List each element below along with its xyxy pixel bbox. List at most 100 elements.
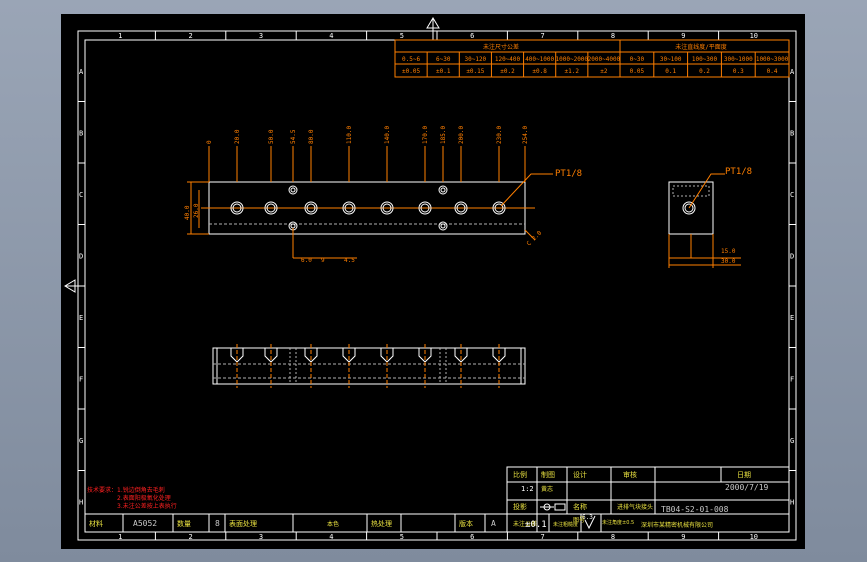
- zone-label-top: 3: [259, 32, 263, 40]
- top-dim-label: 20.0: [234, 129, 241, 144]
- tol-linear-value: ±0.2: [500, 68, 515, 75]
- zone-label-left: F: [79, 375, 83, 383]
- tb-date-label: 日期: [737, 471, 751, 479]
- tol-flat-range: 30~100: [660, 56, 682, 63]
- tb-date-value: 2000/7/19: [725, 483, 769, 492]
- zone-label-bottom: 8: [611, 533, 615, 541]
- zone-label-right: C: [790, 191, 794, 199]
- thread-label-side: PT1/8: [725, 167, 752, 177]
- title-block: 比例 1:2 制图 黄志 设计 审核 日期 2000/7/19 投影 名称 进排…: [85, 466, 790, 533]
- tb-tolerance-value: ±0.1: [525, 520, 547, 530]
- tol-flat-range: 300~1000: [724, 56, 753, 63]
- tb-part-name-label: 名称: [573, 502, 587, 511]
- side-dim-40: 40.0: [184, 205, 191, 220]
- bottom-dim-9: 9: [321, 257, 325, 264]
- zone-label-left: C: [79, 191, 83, 199]
- tol-flat-value: 0.05: [630, 68, 645, 75]
- tol-linear-range: 400~1000: [525, 56, 554, 63]
- zone-label-bottom: 6: [470, 533, 474, 541]
- zone-label-bottom: 9: [681, 533, 685, 541]
- zone-label-right: D: [790, 252, 794, 260]
- drawing-canvas[interactable]: 1 2 3 4 5 6 7 8 9 10 1 2 3 4 5 6 7 8 9 10 A B C D E F G H A B C D E F G…: [61, 14, 805, 549]
- mount-hole: [438, 185, 448, 195]
- tol-linear-range: 6~30: [436, 56, 451, 63]
- zone-label-top: 7: [540, 32, 544, 40]
- note-line-1: 技术要求：1.锐边倒角去毛刺: [87, 486, 165, 494]
- zone-label-top: 9: [681, 32, 685, 40]
- side-dim-15: 15.0: [721, 248, 736, 255]
- note-line-3: 3.未注公差按上表执行: [117, 502, 177, 510]
- tb-check-label: 审核: [623, 470, 637, 479]
- side-dim-26: 26.0: [193, 203, 200, 218]
- frame-outer: [77, 30, 797, 541]
- zone-ruler-right: A B C D E F G H: [789, 68, 796, 506]
- zone-label-right: B: [790, 129, 794, 137]
- zone-label-bottom: 5: [400, 533, 404, 541]
- top-dim-label: 80.0: [308, 129, 315, 144]
- tol-linear-range: 1000~2000: [556, 56, 589, 63]
- drawing-sheet: 1 2 3 4 5 6 7 8 9 10 1 2 3 4 5 6 7 8 9 10 A B C D E F G H A B C D E F G…: [64, 17, 797, 541]
- mount-hole-inner: [440, 223, 446, 229]
- tb-surface-label: 表面处理: [229, 519, 257, 528]
- tb-version-value: A: [491, 519, 496, 528]
- zone-label-top: 8: [611, 32, 615, 40]
- zone-label-left: E: [79, 314, 83, 322]
- tb-projection-label: 投影: [513, 502, 527, 511]
- zone-label-left: A: [79, 68, 84, 76]
- tb-surface-value: 本色: [327, 520, 339, 528]
- top-dim-label: 185.0: [440, 126, 447, 144]
- mount-hole-inner: [290, 223, 296, 229]
- top-dim-label: 200.0: [458, 126, 465, 144]
- tol-flat-value: 0.4: [767, 68, 778, 75]
- zone-label-top: 2: [188, 32, 192, 40]
- zone-label-top: 4: [329, 32, 333, 40]
- zone-label-bottom: 4: [329, 533, 333, 541]
- chamfer-label: C 2.0: [525, 229, 543, 247]
- tol-flat-value: 0.1: [665, 68, 676, 75]
- tb-material-label: 材料: [89, 519, 103, 528]
- tol-flat-range: 1000~3000: [756, 56, 789, 63]
- note-line-2: 2.表面阳极氧化处理: [117, 494, 171, 502]
- zone-label-top: 1: [118, 32, 122, 40]
- front-view: 0 20.0 50.0 54.5 80.0 110.0 140.0 170.0 185.0 200…: [184, 126, 582, 264]
- cad-viewer: 1 2 3 4 5 6 7 8 9 10 1 2 3 4 5 6 7 8 9 10 A B C D E F G H A B C D E F G…: [0, 0, 867, 562]
- frame-inner: [84, 39, 790, 533]
- tol-linear-value: ±1.2: [565, 68, 580, 75]
- zone-label-right: H: [790, 498, 794, 506]
- top-dim-label: 54.5: [290, 129, 297, 144]
- zone-label-bottom: 3: [259, 533, 263, 541]
- zone-label-bottom: 7: [540, 533, 544, 541]
- tol-header-flat: 未注直线度/平面度: [675, 43, 727, 51]
- tb-scale-label: 比例: [513, 470, 527, 479]
- tol-linear-value: ±2: [600, 68, 608, 75]
- tol-linear-range: 2000~4000: [588, 56, 621, 63]
- tb-company: 深圳市某精密机械有限公司: [641, 521, 713, 529]
- top-dim-label: 50.0: [268, 129, 275, 144]
- projection-symbol-icon: [540, 503, 566, 511]
- tb-heat-label: 热处理: [371, 519, 392, 528]
- tol-flat-range: 0~30: [630, 56, 645, 63]
- tol-linear-value: ±0.1: [436, 68, 451, 75]
- center-mark-left-icon: [64, 279, 85, 293]
- tb-drawn-value: 黄志: [541, 485, 553, 493]
- zone-label-left: B: [79, 129, 83, 137]
- zone-ruler-left: A B C D E F G H: [78, 68, 85, 506]
- zone-label-right: A: [790, 68, 795, 76]
- mount-hole: [288, 185, 298, 195]
- zone-label-top: 6: [470, 32, 474, 40]
- tb-version-label: 版本: [459, 519, 473, 528]
- tb-drawing-no-value: TB04-S2-01-008: [661, 505, 729, 514]
- bottom-dim-45: 4.5: [344, 257, 355, 264]
- top-dim-label: 230.0: [496, 126, 503, 144]
- tb-quantity-value: 8: [215, 519, 220, 528]
- tol-linear-range: 120~400: [495, 56, 521, 63]
- tol-flat-value: 0.2: [699, 68, 710, 75]
- zone-label-left: H: [79, 498, 83, 506]
- zone-label-right: G: [790, 437, 794, 445]
- tol-linear-range: 30~120: [465, 56, 487, 63]
- mount-hole: [438, 221, 448, 231]
- thread-label-main: PT1/8: [555, 169, 582, 179]
- tolerance-table: 0.5~6 ±0.05 6~30 ±0.1 30~120 ±0.15 120~400 ±0.2…: [394, 39, 790, 78]
- zone-label-top: 10: [750, 32, 758, 40]
- side-view: PT1/8 15.0 30.0: [668, 167, 752, 268]
